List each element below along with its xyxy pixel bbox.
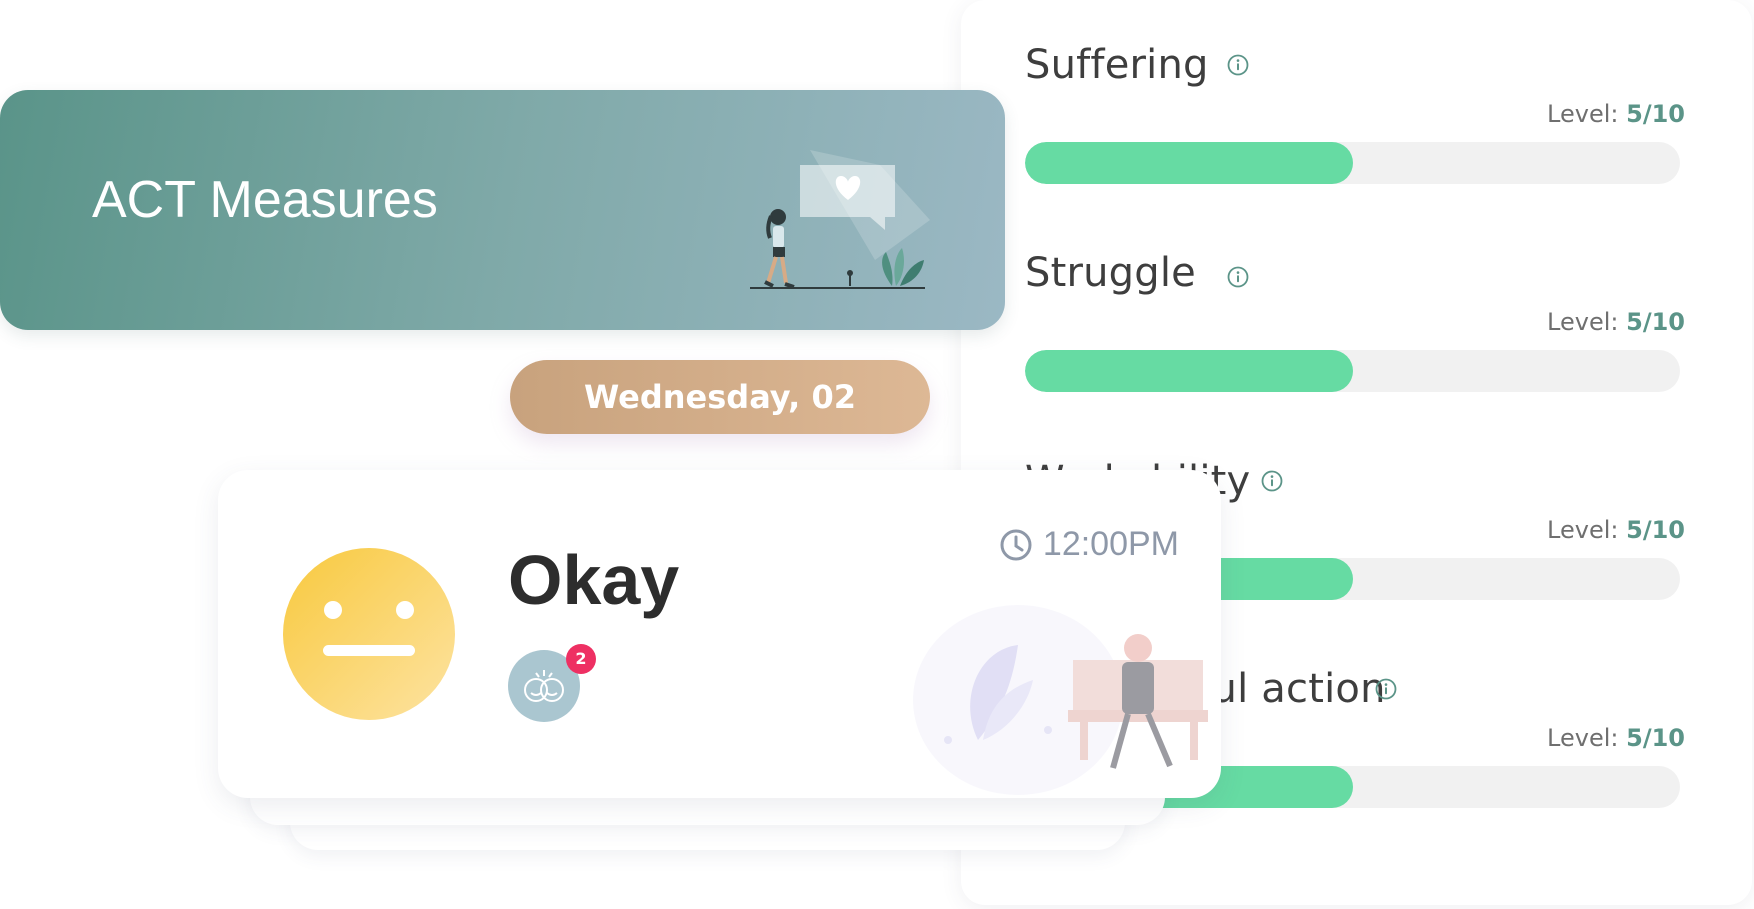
level-bar [1025,142,1680,184]
measure-level: Level: 5/10 [1547,308,1685,336]
info-icon[interactable] [1375,678,1397,700]
measure-title: Suffering [1025,42,1209,88]
app-canvas: Suffering Level: 5/10 Struggle Level: 5/… [0,0,1754,909]
measure-title: Struggle [1025,250,1196,296]
activity-count-badge: 2 [566,644,596,674]
info-icon[interactable] [1227,266,1249,288]
neutral-face-icon [283,548,455,720]
measure-level: Level: 5/10 [1547,100,1685,128]
date-pill[interactable]: Wednesday, 02 [510,360,930,434]
info-icon[interactable] [1227,54,1249,76]
level-label: Level: [1547,100,1619,128]
measure-suffering: Suffering Level: 5/10 [1025,42,1685,222]
level-bar [1025,350,1680,392]
banner-title: ACT Measures [92,171,438,229]
level-label: Level: [1547,308,1619,336]
park-bench-illustration [913,605,1208,795]
level-label: Level: [1547,516,1619,544]
level-value: 5/10 [1626,516,1685,544]
level-value: 5/10 [1626,308,1685,336]
measure-struggle: Struggle Level: 5/10 [1025,250,1685,430]
mood-label: Okay [508,541,680,619]
clock-icon [1000,529,1032,560]
act-measures-banner: ACT Measures [0,90,1005,330]
level-bar-fill [1025,142,1353,184]
level-value: 5/10 [1626,100,1685,128]
level-label: Level: [1547,724,1619,752]
measure-level: Level: 5/10 [1547,516,1685,544]
info-icon[interactable] [1261,470,1283,492]
entry-time: 12:00PM [999,525,1179,564]
walking-woman-heart-illustration [750,150,930,289]
level-value: 5/10 [1626,724,1685,752]
level-bar-fill [1025,350,1353,392]
entry-time-text: 12:00PM [1042,525,1179,563]
measure-level: Level: 5/10 [1547,724,1685,752]
mood-entry-card[interactable]: Okay 12:00PM 2 [218,470,1221,798]
